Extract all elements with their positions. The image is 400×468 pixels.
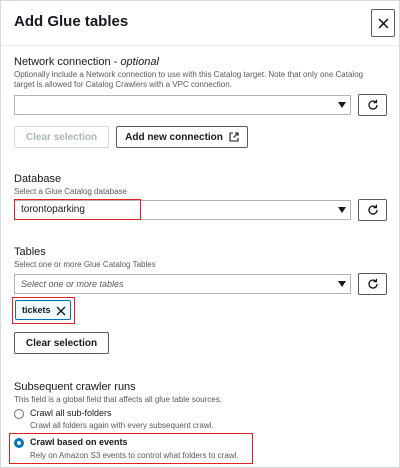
network-refresh-button[interactable] bbox=[358, 94, 387, 116]
caret-down-icon bbox=[338, 281, 346, 287]
close-button[interactable] bbox=[371, 9, 395, 37]
subsequent-runs-description: This field is a global field that affect… bbox=[14, 395, 222, 404]
tables-description: Select one or more Glue Catalog Tables bbox=[14, 260, 156, 269]
dialog-title: Add Glue tables bbox=[14, 13, 129, 30]
tables-placeholder: Select one or more tables bbox=[21, 279, 124, 289]
add-new-connection-label: Add new connection bbox=[125, 131, 223, 143]
dialog-header: Add Glue tables bbox=[1, 1, 400, 46]
crawl-events-highlight bbox=[9, 433, 253, 464]
database-description: Select a Glue Catalog database bbox=[14, 187, 127, 196]
optional-tag: optional bbox=[120, 56, 159, 68]
tables-clear-selection-button[interactable]: Clear selection bbox=[14, 332, 109, 354]
caret-down-icon bbox=[338, 102, 346, 108]
database-highlight bbox=[14, 199, 141, 220]
refresh-icon bbox=[367, 204, 378, 215]
crawl-all-subfolders-radio[interactable] bbox=[14, 409, 24, 419]
tables-refresh-button[interactable] bbox=[358, 273, 387, 295]
database-label: Database bbox=[14, 173, 62, 185]
table-token-highlight bbox=[12, 297, 75, 324]
add-new-connection-button[interactable]: Add new connection bbox=[116, 126, 248, 148]
network-clear-selection-button[interactable]: Clear selection bbox=[14, 126, 109, 148]
subsequent-runs-label: Subsequent crawler runs bbox=[14, 381, 136, 393]
crawl-all-subfolders-label[interactable]: Crawl all sub-folders bbox=[30, 408, 112, 418]
network-connection-label-text: Network connection - bbox=[14, 56, 121, 68]
refresh-icon bbox=[367, 99, 378, 110]
dialog: Add Glue tables Network connection - opt… bbox=[0, 0, 400, 468]
network-connection-label: Network connection - optional bbox=[14, 56, 159, 68]
external-link-icon bbox=[229, 132, 239, 142]
network-connection-select[interactable] bbox=[14, 95, 351, 115]
refresh-icon bbox=[367, 278, 378, 289]
tables-label: Tables bbox=[14, 246, 46, 258]
network-connection-description: Optionally include a Network connection … bbox=[14, 70, 364, 89]
database-refresh-button[interactable] bbox=[358, 199, 387, 221]
crawl-all-subfolders-description: Crawl all folders again with every subse… bbox=[30, 421, 214, 430]
caret-down-icon bbox=[338, 207, 346, 213]
tables-multiselect[interactable]: Select one or more tables bbox=[14, 274, 351, 294]
close-icon bbox=[378, 18, 388, 28]
